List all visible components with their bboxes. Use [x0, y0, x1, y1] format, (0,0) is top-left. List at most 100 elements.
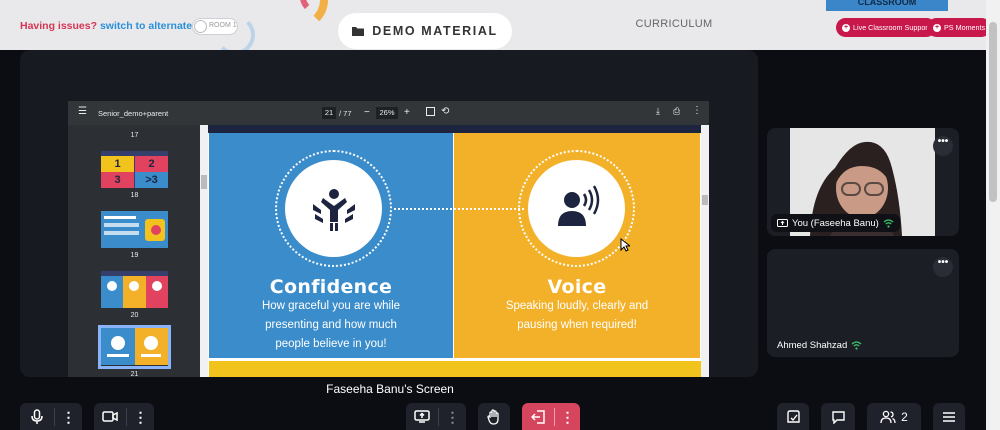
thumb-image [101, 271, 168, 308]
raise-hand-button[interactable] [478, 403, 510, 430]
participant-name-pill: You (Faseeha Banu) [771, 214, 900, 232]
camera-options-button[interactable]: ⋮ [127, 403, 154, 430]
mic-icon [31, 408, 43, 424]
tab-demo-material[interactable]: DEMO MATERIAL [338, 13, 512, 49]
share-options-button[interactable]: ⋮ [439, 403, 466, 430]
live-support-label: Live Classroom Support [853, 23, 930, 32]
screen-share-label: Faseeha Banu's Screen [326, 382, 454, 396]
confidence-title: Confidence [269, 276, 393, 298]
download-icon: ⤓ [656, 106, 660, 116]
more-icon: ⋮ [692, 105, 702, 116]
thumb-number: 18 [130, 192, 139, 199]
classroom-tag: CLASSROOM [826, 0, 948, 11]
rotate-icon: ⟲ [441, 106, 450, 117]
folder-icon [352, 27, 365, 36]
thumbnail-sidebar: 17 1 2 3 >3 18 19 20 21 [68, 125, 201, 377]
share-control: ⋮ [406, 403, 466, 430]
participant-tile-self[interactable]: ••• You (Faseeha Banu) [767, 128, 959, 236]
pdf-scrollbar [701, 125, 709, 377]
confident-person-icon [312, 188, 355, 231]
ps-moments-label: PS Moments [944, 23, 986, 32]
dotted-connector [394, 208, 524, 210]
pdf-title: Senior_demo+parent [98, 109, 169, 118]
tab-curriculum[interactable]: CURRICULUM [612, 18, 736, 30]
participant-name-pill: Ahmed Shahzad [771, 336, 868, 354]
mic-options-button[interactable]: ⋮ [55, 403, 82, 430]
zoom-out-icon: − [364, 107, 370, 118]
camera-control: ⋮ [94, 403, 154, 430]
thumb-number: 20 [130, 312, 139, 319]
thumb-number: 17 [130, 132, 139, 139]
chat-button[interactable] [821, 403, 855, 430]
menu-icon: ☰ [78, 106, 87, 117]
voice-line-2: pausing when required! [517, 319, 637, 331]
pdf-toolbar: ☰ Senior_demo+parent 21 / 77 − 26% + ⟲ ⤓… [68, 101, 709, 125]
voice-circle [518, 150, 635, 267]
mouse-cursor-icon [620, 238, 630, 252]
more-icon[interactable]: ••• [933, 136, 953, 156]
plus-icon: + [842, 23, 850, 32]
ps-moments-button[interactable]: + PS Moments [927, 18, 992, 37]
toggle-label: ROOM 1 [209, 22, 237, 29]
live-support-button[interactable]: + Live Classroom Support [836, 18, 936, 37]
participants-button[interactable]: 2 [867, 403, 921, 430]
mic-button[interactable] [20, 403, 54, 430]
wifi-icon [851, 340, 862, 350]
print-icon: ⎙ [673, 106, 681, 116]
top-bar: Having issues? switch to alternate room … [0, 0, 1000, 55]
camera-icon [102, 411, 118, 422]
menu-button[interactable] [933, 403, 965, 430]
issues-text: Having issues? [20, 20, 98, 32]
toggle-knob [194, 20, 207, 33]
thumb-selection [98, 325, 171, 369]
screen-share-icon [777, 218, 788, 227]
screen-share-icon [414, 410, 430, 423]
mic-control: ⋮ [20, 403, 82, 430]
thumbnail-scrollbar [200, 125, 208, 377]
whiteboard-button[interactable] [777, 403, 809, 430]
participants-count: 2 [901, 409, 908, 424]
participant-tile-other[interactable]: ••• Ahmed Shahzad [767, 249, 959, 357]
leave-options-button[interactable]: ⋮ [555, 403, 580, 430]
slide-bottom-strip [209, 361, 701, 377]
voice-panel: Voice Speaking loudly, clearly and pausi… [454, 133, 700, 358]
scrollbar-thumb[interactable] [989, 22, 997, 202]
thumb-image [101, 211, 168, 248]
thumb-cell: 1 [101, 156, 134, 172]
confidence-line-2: presenting and how much [265, 319, 397, 331]
shared-pdf-viewer: ☰ Senior_demo+parent 21 / 77 − 26% + ⟲ ⤓… [68, 101, 709, 377]
leave-control: ⋮ [522, 403, 580, 430]
confidence-panel: Confidence How graceful you are while pr… [209, 133, 453, 358]
thumb-number: 19 [130, 252, 139, 259]
leave-icon [530, 409, 545, 424]
page-total: / 77 [339, 109, 352, 118]
zoom-in-icon: + [404, 107, 410, 118]
confidence-circle [275, 150, 392, 267]
thumb-number: 21 [130, 371, 139, 377]
more-icon[interactable]: ••• [933, 257, 953, 277]
camera-button[interactable] [94, 403, 126, 430]
chat-icon [831, 410, 845, 424]
page-input: 21 [322, 107, 336, 119]
whiteboard-icon [786, 409, 800, 423]
menu-icon [943, 411, 955, 422]
fit-page-icon [426, 107, 435, 116]
people-icon [880, 410, 896, 423]
thumb-cell: >3 [135, 172, 168, 188]
raise-hand-icon [487, 408, 499, 425]
voice-line-1: Speaking loudly, clearly and [505, 300, 649, 312]
thumb-cell: 2 [135, 156, 168, 172]
thumb-cell: 3 [101, 172, 134, 188]
confidence-line-3: people believe in you! [275, 338, 387, 350]
screen-share-button[interactable] [406, 403, 438, 430]
plus-icon: + [933, 23, 941, 32]
thumb-image: 1 2 3 >3 [101, 151, 168, 188]
wifi-icon [883, 218, 894, 228]
speaking-person-icon [557, 184, 599, 226]
participant-name: Ahmed Shahzad [777, 339, 848, 351]
room-toggle[interactable]: ROOM 1 [192, 18, 238, 35]
page-scrollbar[interactable] [986, 0, 1000, 430]
voice-title: Voice [547, 276, 607, 298]
confidence-line-1: How graceful you are while [261, 300, 401, 312]
leave-button[interactable] [522, 403, 554, 430]
